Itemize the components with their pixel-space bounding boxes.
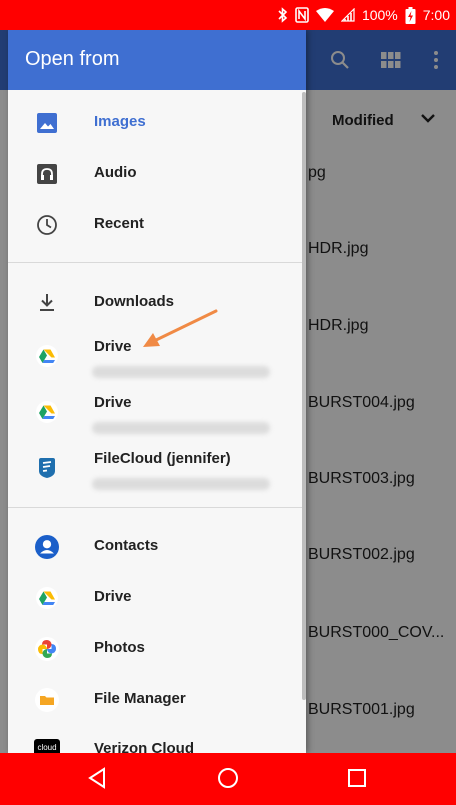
audio-icon <box>35 162 59 186</box>
home-icon[interactable] <box>215 765 241 791</box>
drawer-item-label: File Manager <box>94 690 186 707</box>
signal-icon <box>340 8 355 22</box>
drawer-item-audio[interactable]: Audio <box>8 149 302 199</box>
drawer-item-drive[interactable]: Drive <box>8 386 302 436</box>
image-icon <box>35 111 59 135</box>
navigation-bar <box>0 753 456 805</box>
drawer-header: Open from <box>8 30 306 90</box>
section-divider <box>8 507 306 508</box>
back-icon[interactable] <box>84 765 110 791</box>
recents-icon[interactable] <box>344 765 370 791</box>
wifi-icon <box>315 8 334 22</box>
drawer-item-label: FileCloud (jennifer) <box>94 450 231 467</box>
contacts-icon <box>35 535 59 559</box>
drawer-item-label: Recent <box>94 215 145 232</box>
google-drive-icon <box>35 586 59 610</box>
folder-icon <box>35 688 59 712</box>
drawer-title: Open from <box>25 48 120 70</box>
download-icon <box>35 291 59 315</box>
drawer-item-label: Images <box>94 113 146 130</box>
annotation-arrow <box>143 309 218 347</box>
drawer-item-contacts[interactable]: Contacts <box>8 522 302 572</box>
account-subtitle <box>92 366 270 378</box>
drawer-item-images[interactable]: Images <box>8 98 302 148</box>
drawer-item-label: Photos <box>94 639 145 656</box>
open-from-drawer: Open from Images Audio Recent Downloads … <box>8 30 306 753</box>
drawer-item-label: Drive <box>94 338 132 355</box>
drawer-item-drive[interactable]: Drive <box>8 573 302 623</box>
screen: 100% 7:00 Modified pg HDR.jpg HDR.jpg BU… <box>0 0 456 805</box>
verizon-cloud-logo-text: cloud <box>34 738 60 753</box>
bluetooth-icon <box>278 7 288 23</box>
drawer-item-verizon-cloud[interactable]: cloud Verizon Cloud <box>8 725 302 753</box>
verizon-cloud-icon: cloud <box>34 735 60 753</box>
nfc-icon <box>295 7 309 23</box>
drawer-item-label: Audio <box>94 164 137 181</box>
drawer-item-label: Drive <box>94 588 132 605</box>
google-photos-icon <box>35 637 59 661</box>
clock-icon <box>35 213 59 237</box>
battery-charging-icon <box>405 6 416 24</box>
filecloud-icon <box>35 456 59 480</box>
drawer-item-photos[interactable]: Photos <box>8 624 302 674</box>
status-bar: 100% 7:00 <box>0 0 456 30</box>
battery-percent: 100% <box>361 7 398 23</box>
drawer-item-recent[interactable]: Recent <box>8 200 302 250</box>
drawer-item-label: Contacts <box>94 537 159 554</box>
drawer-scrollbar[interactable] <box>302 92 306 700</box>
account-subtitle <box>92 422 270 434</box>
account-subtitle <box>92 478 270 490</box>
drawer-item-label: Drive <box>94 394 132 411</box>
drawer-item-file-manager[interactable]: File Manager <box>8 675 302 725</box>
google-drive-icon <box>35 344 59 368</box>
drawer-item-label: Verizon Cloud <box>94 740 195 753</box>
drawer-item-filecloud[interactable]: FileCloud (jennifer) <box>8 442 302 492</box>
section-divider <box>8 262 306 263</box>
google-drive-icon <box>35 400 59 424</box>
clock-time: 7:00 <box>422 7 450 23</box>
